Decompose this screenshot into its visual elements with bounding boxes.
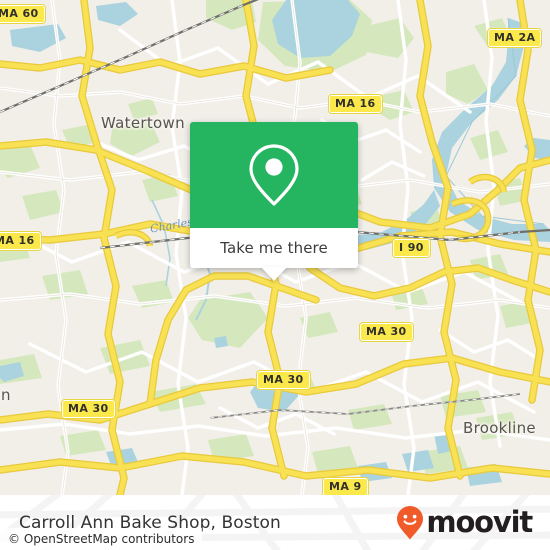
moovit-pin-icon (397, 505, 424, 539)
road-shield-ma-9: MA 9 (322, 477, 369, 495)
road-shield-ma-16-n: MA 16 (328, 94, 383, 114)
road-shield-ma-2a: MA 2A (486, 28, 543, 48)
road-shield-i-90: I 90 (392, 238, 431, 258)
road-shield-ma-60: MA 60 (0, 4, 46, 24)
osm-attribution[interactable]: © OpenStreetMap contributors (0, 528, 203, 550)
road-shield-ma-16-w: MA 16 (0, 231, 42, 251)
take-me-there-label: Take me there (220, 239, 328, 257)
map-screenshot: Watertown Brookline n Charles MA 60 MA 2… (0, 0, 550, 550)
popup-action-area[interactable]: Take me there (190, 228, 358, 281)
road-shield-ma-30-e: MA 30 (359, 322, 414, 342)
osm-attribution-text: © OpenStreetMap contributors (8, 532, 195, 546)
road-shield-ma-30-w: MA 30 (61, 399, 116, 419)
road-shield-ma-30-c: MA 30 (256, 370, 311, 390)
moovit-brand-name: moovit (426, 505, 533, 539)
popup-icon-area (190, 122, 358, 228)
location-popup-card[interactable]: Take me there (190, 122, 358, 281)
moovit-brand[interactable]: moovit (396, 505, 533, 541)
popup-tail-pointer (261, 267, 287, 281)
map-pin-icon (249, 144, 299, 206)
